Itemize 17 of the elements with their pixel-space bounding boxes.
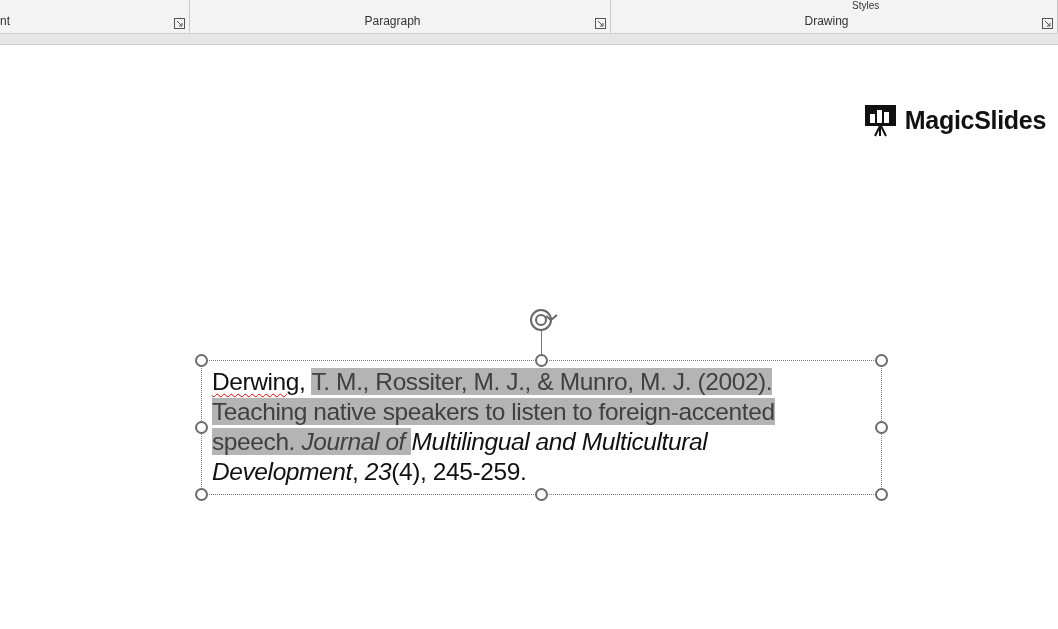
resize-handle[interactable] xyxy=(535,488,548,501)
resize-handle[interactable] xyxy=(875,488,888,501)
dialog-launcher-icon[interactable] xyxy=(595,18,606,29)
presentation-board-icon xyxy=(863,104,897,138)
group-label: Styles xyxy=(852,0,880,11)
resize-handle[interactable] xyxy=(195,354,208,367)
resize-handle[interactable] xyxy=(535,354,548,367)
resize-handle[interactable] xyxy=(195,421,208,434)
dialog-launcher-icon[interactable] xyxy=(1042,18,1053,29)
resize-handle[interactable] xyxy=(875,421,888,434)
resize-handle[interactable] xyxy=(195,488,208,501)
brand-logo-text: MagicSlides xyxy=(904,105,1046,136)
group-label: nt xyxy=(0,13,10,30)
group-label: Drawing xyxy=(803,13,850,30)
resize-handle[interactable] xyxy=(875,354,888,367)
dialog-launcher-icon[interactable] xyxy=(174,18,185,29)
group-label: Paragraph xyxy=(363,13,422,30)
